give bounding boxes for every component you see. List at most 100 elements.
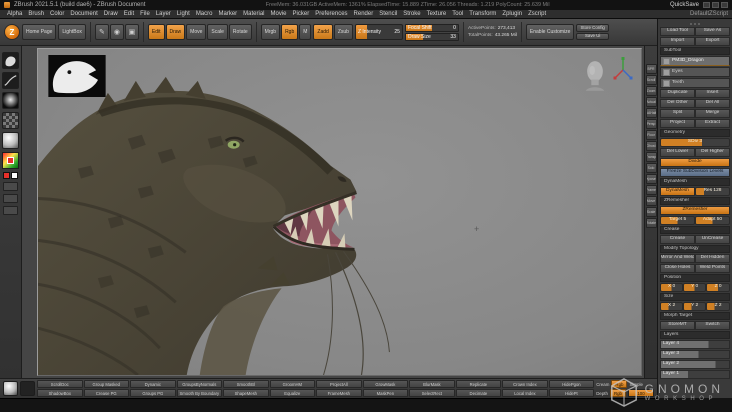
- tool-panel-cell[interactable]: Z 0: [706, 283, 730, 292]
- right-shelf-button[interactable]: Move: [645, 196, 657, 206]
- bottom-shelf-button[interactable]: Local Index: [502, 389, 548, 397]
- menu-item[interactable]: Preferences: [312, 11, 350, 17]
- menu-item[interactable]: Stencil: [376, 11, 400, 17]
- menu-item[interactable]: Stroke: [400, 11, 423, 17]
- right-shelf-button[interactable]: Frame: [645, 185, 657, 195]
- right-shelf-button[interactable]: AAHalf: [645, 108, 657, 118]
- canvas-area[interactable]: +: [22, 46, 644, 378]
- left-shelf-mini-button[interactable]: [3, 206, 18, 215]
- config-button[interactable]: Save Ui: [576, 32, 609, 40]
- strength-slider[interactable]: 100: [628, 389, 654, 397]
- brush-slot-thumbnail[interactable]: [20, 381, 35, 396]
- tool-panel-cell[interactable]: UnCrease: [695, 235, 730, 244]
- bottom-shelf-button[interactable]: Groups PG: [130, 389, 176, 397]
- document[interactable]: +: [37, 48, 642, 376]
- menu-item[interactable]: Edit: [121, 11, 137, 17]
- tool-panel-cell[interactable]: Layer 2: [660, 360, 730, 369]
- mode-button[interactable]: Rotate: [228, 24, 252, 40]
- tool-panel-cell[interactable]: Size: [660, 293, 730, 301]
- default-zscript-label[interactable]: DefaultZScript: [690, 11, 728, 17]
- bottom-shelf-button[interactable]: GroupsByNormals: [176, 380, 223, 388]
- bottom-shelf-button[interactable]: Crown Index: [502, 380, 548, 388]
- tool-panel-cell[interactable]: StoreMT: [660, 321, 695, 330]
- tool-panel-cell[interactable]: Del Higher: [695, 148, 730, 157]
- material-sphere-thumbnail[interactable]: [3, 381, 18, 396]
- tool-panel-cell[interactable]: Teeth: [660, 78, 730, 88]
- sculpt-toggle[interactable]: Zadd: [313, 24, 333, 40]
- menu-item[interactable]: Color: [47, 11, 67, 17]
- bottom-shelf-button[interactable]: ShapeMesh: [223, 389, 269, 397]
- menu-item[interactable]: Light: [174, 11, 193, 17]
- menu-item[interactable]: Movie: [268, 11, 290, 17]
- menu-item[interactable]: Draw: [101, 11, 121, 17]
- tool-panel-cell[interactable]: Y 0: [683, 283, 707, 292]
- right-shelf-button[interactable]: Scale: [645, 207, 657, 217]
- zbrush-logo-icon[interactable]: Z: [4, 24, 20, 40]
- dragon-head-sculpt[interactable]: [38, 49, 641, 375]
- shelf-tool-icon[interactable]: ▣: [124, 24, 139, 40]
- tool-panel-cell[interactable]: Geometry: [660, 129, 730, 137]
- paint-toggle[interactable]: M: [299, 24, 312, 40]
- bottom-shelf-button[interactable]: Smooth By Boundary: [176, 389, 223, 397]
- tool-panel-cell[interactable]: Mirror And Weld: [660, 254, 695, 263]
- maximize-button[interactable]: [712, 2, 719, 8]
- menu-item[interactable]: Tool: [449, 11, 466, 17]
- right-shelf-button[interactable]: Actual: [645, 97, 657, 107]
- bottom-shelf-button[interactable]: SelectRect: [409, 389, 455, 397]
- material-thumbnail[interactable]: [2, 132, 19, 149]
- tool-panel-cell[interactable]: Duplicate: [660, 89, 695, 98]
- enable-customize-button[interactable]: Enable Customize: [525, 24, 575, 40]
- menu-item[interactable]: File: [137, 11, 153, 17]
- tool-panel-cell[interactable]: Target 5: [660, 216, 695, 225]
- bottom-shelf-button[interactable]: ScrollDoc: [37, 380, 83, 388]
- bottom-shelf-button[interactable]: Group Masked: [83, 380, 130, 388]
- right-shelf-button[interactable]: Solo: [645, 163, 657, 173]
- bottom-shelf-button[interactable]: ShadowBox: [37, 389, 83, 397]
- bottom-shelf-button[interactable]: BlurMask: [409, 380, 455, 388]
- mode-button[interactable]: Scale: [207, 24, 228, 40]
- tool-panel-cell[interactable]: Crease: [660, 226, 730, 234]
- tool-panel-cell[interactable]: X 2: [660, 302, 684, 311]
- tool-panel-cell[interactable]: Del Hidden: [695, 254, 730, 263]
- right-shelf-button[interactable]: Persp: [645, 119, 657, 129]
- mode-button[interactable]: Move: [186, 24, 207, 40]
- menu-item[interactable]: Zplugin: [499, 11, 525, 17]
- shelf-tool-icon[interactable]: ✎: [94, 24, 109, 40]
- tool-panel-cell[interactable]: Del Other: [660, 99, 695, 108]
- stroke-thumbnail[interactable]: [2, 72, 19, 89]
- shelf-slider[interactable]: Draw Size 33: [404, 32, 459, 41]
- tool-panel-cell[interactable]: Weld Points: [695, 264, 730, 273]
- bottom-shelf-button[interactable]: Replicate: [455, 380, 502, 388]
- tool-panel-cell[interactable]: Layers: [660, 331, 730, 339]
- menu-item[interactable]: Material: [240, 11, 267, 17]
- tool-panel-cell[interactable]: Layer 1: [660, 370, 730, 379]
- tool-panel-cell[interactable]: Crease: [660, 235, 695, 244]
- mode-button[interactable]: Edit: [147, 24, 165, 40]
- bottom-shelf-button[interactable]: SmoothBl: [223, 380, 269, 388]
- right-shelf-button[interactable]: BPR: [645, 64, 657, 74]
- alpha-thumbnail[interactable]: [2, 92, 19, 109]
- texture-thumbnail[interactable]: [2, 112, 19, 129]
- right-shelf-button[interactable]: Ghost: [645, 141, 657, 151]
- quicksave-button[interactable]: QuickSave: [670, 2, 699, 8]
- right-shelf-button[interactable]: Rotate: [645, 218, 657, 228]
- menu-item[interactable]: Brush: [25, 11, 47, 17]
- color-picker[interactable]: [2, 152, 19, 169]
- tool-panel-cell[interactable]: Insert: [695, 89, 730, 98]
- right-shelf-button[interactable]: Zoom: [645, 86, 657, 96]
- depth-label[interactable]: Depth: [596, 391, 608, 396]
- current-brush-thumbnail[interactable]: [2, 52, 19, 69]
- tool-panel-cell[interactable]: Export: [695, 37, 730, 46]
- menu-item[interactable]: Alpha: [4, 11, 25, 17]
- z-intensity-slider[interactable]: Z Intensity 25: [354, 24, 403, 40]
- left-shelf-mini-button[interactable]: [3, 194, 18, 203]
- tool-panel-cell[interactable]: SDiv 3: [660, 138, 730, 147]
- menu-item[interactable]: Macro: [193, 11, 216, 17]
- material-label[interactable]: Cream: [596, 382, 609, 387]
- bottom-shelf-button[interactable]: HidePt: [548, 389, 595, 397]
- color-picker-inner[interactable]: [7, 157, 14, 164]
- menu-item[interactable]: Marker: [215, 11, 240, 17]
- tool-panel-cell[interactable]: Layer 4: [660, 340, 730, 349]
- tool-panel-cell[interactable]: X 0: [660, 283, 684, 292]
- menu-item[interactable]: Transform: [466, 11, 499, 17]
